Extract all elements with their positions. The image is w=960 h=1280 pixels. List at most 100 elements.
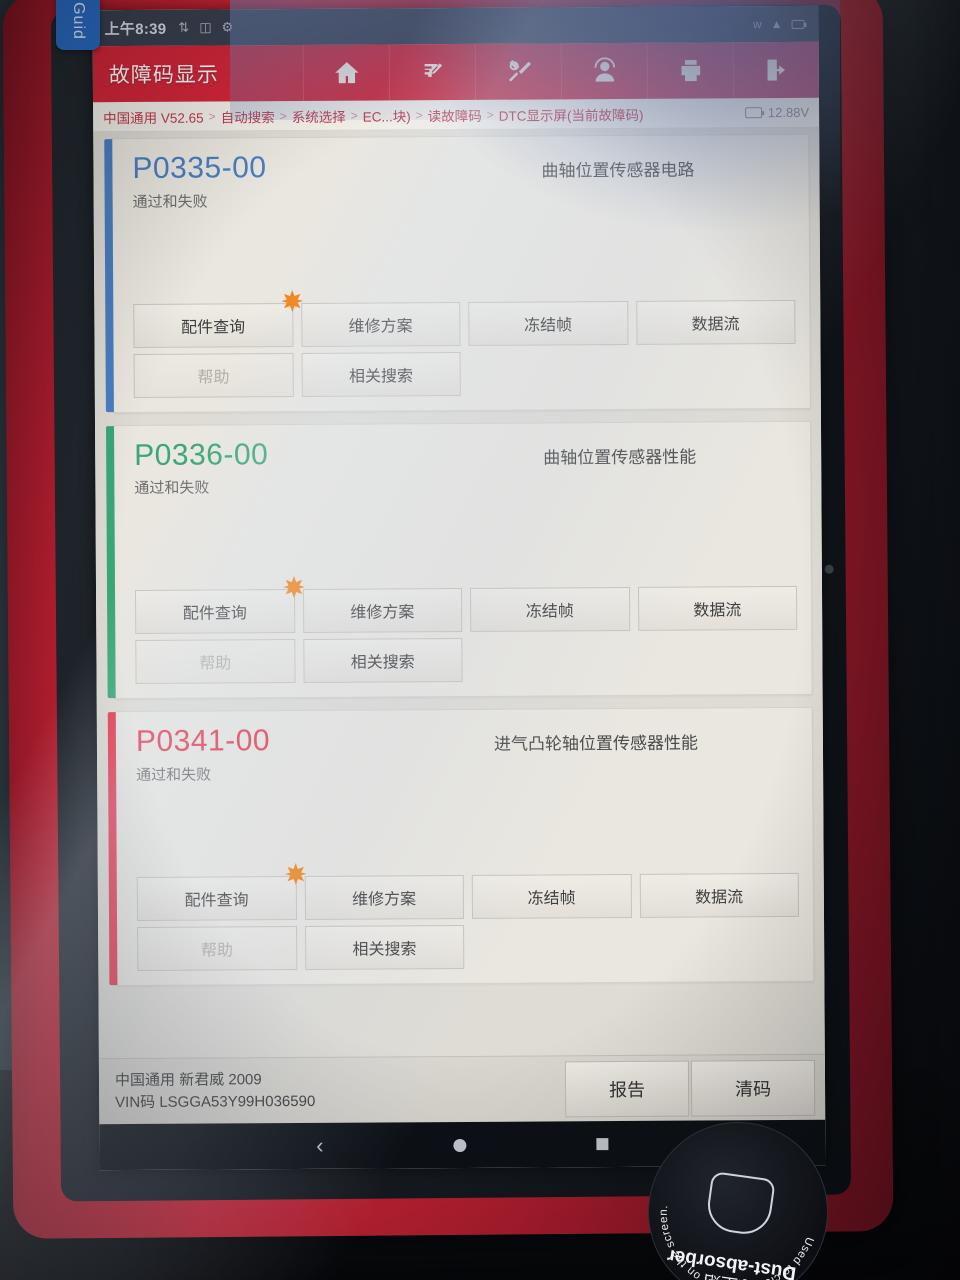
status-bar-right-icons: w ▲: [753, 17, 805, 31]
android-status-bar: 上午8:39 ⇅ ◫ ⚙ w ▲: [92, 5, 819, 47]
status-bar-left-icons: ⇅ ◫ ⚙: [178, 19, 233, 35]
guide-tab[interactable]: Guid: [56, 0, 100, 50]
tools-icon: [508, 60, 531, 82]
dtc-action-row-secondary: 帮助 相关搜索: [117, 922, 813, 984]
related-search-button[interactable]: 相关搜索: [301, 351, 461, 397]
data-stream-button[interactable]: 数据流: [637, 585, 798, 631]
help-button: 帮助: [133, 352, 294, 398]
dtc-card-header: P0335-00 通过和失败 曲轴位置传感器电路: [112, 135, 808, 212]
report-button[interactable]: 报告: [564, 1060, 690, 1117]
dtc-card-spacer: [113, 207, 810, 303]
note-edit-button[interactable]: [388, 43, 476, 101]
dtc-action-row-primary: 配件查询 维修方案 冻结帧 数据流: [113, 289, 809, 348]
dtc-code: P0336-00: [134, 437, 269, 472]
breadcrumb-segment-0[interactable]: 中国通用 V52.65: [103, 106, 204, 127]
help-button: 帮助: [135, 639, 296, 684]
printer-icon: [680, 60, 700, 82]
status-bar-clock: 上午8:39: [104, 20, 167, 38]
breadcrumb-separator: >: [208, 108, 216, 124]
guide-tab-label: Guid: [69, 2, 87, 40]
dtc-accent-bar: [106, 425, 116, 699]
nav-recents-button[interactable]: [596, 1138, 609, 1151]
freeze-frame-button[interactable]: 冻结帧: [469, 586, 630, 632]
sync-icon: ⇅: [178, 19, 190, 35]
dtc-code: P0341-00: [135, 724, 271, 758]
breadcrumb-separator: >: [415, 107, 423, 122]
dtc-list[interactable]: P0335-00 通过和失败 曲轴位置传感器电路 配件查询 维修方案 冻结帧 数…: [93, 127, 825, 1071]
parts-query-button[interactable]: 配件查询: [136, 875, 297, 921]
vehicle-info-bar: 中国通用 新君威 2009 VIN码 LSGGA53Y99H036590 报告 …: [98, 1053, 826, 1125]
dtc-action-row-primary: 配件查询 维修方案 冻结帧 数据流: [115, 576, 811, 634]
dust-absorber-sticker: Used to clear the dust on the screen. Du…: [636, 1110, 840, 1280]
print-button[interactable]: [646, 42, 734, 99]
related-search-button[interactable]: 相关搜索: [304, 924, 465, 970]
support-agent-icon: [594, 57, 615, 82]
dtc-description: 曲轴位置传感器性能: [543, 447, 697, 467]
repair-plan-button[interactable]: 维修方案: [302, 587, 463, 633]
breadcrumb[interactable]: 中国通用 V52.65 > 自动搜索 > 系统选择 > EC...块) > 读故…: [93, 97, 820, 133]
dtc-card-header: P0341-00 通过和失败 进气凸轮轴位置传感器性能: [116, 708, 812, 785]
dtc-action-row-primary: 配件查询 维修方案 冻结帧 数据流: [117, 862, 813, 921]
bluetooth-icon: w: [752, 17, 762, 32]
clear-codes-button[interactable]: 清码: [690, 1059, 816, 1117]
repair-plan-button[interactable]: 维修方案: [300, 301, 461, 347]
freeze-frame-button[interactable]: 冻结帧: [468, 300, 629, 346]
breadcrumb-separator: >: [279, 108, 287, 123]
home-icon: [334, 62, 359, 84]
vehicle-info-text: 中国通用 新君威 2009 VIN码 LSGGA53Y99H036590: [99, 1069, 315, 1114]
bottom-actions: 报告 清码: [564, 1059, 825, 1117]
nav-home-button[interactable]: [453, 1138, 467, 1152]
voltage-indicator: 12.88V: [744, 105, 809, 120]
dtc-accent-bar: [104, 139, 114, 412]
vehicle-vin: VIN码 LSGGA53Y99H036590: [115, 1092, 316, 1111]
settings-icon: ⚙: [221, 19, 234, 35]
new-star-icon: [284, 862, 307, 885]
data-stream-button[interactable]: 数据流: [639, 872, 800, 918]
dtc-card-spacer: [114, 494, 811, 590]
dtc-card[interactable]: P0335-00 通过和失败 曲轴位置传感器电路 配件查询 维修方案 冻结帧 数…: [104, 133, 811, 413]
dtc-card[interactable]: P0336-00 通过和失败 曲轴位置传感器性能 配件查询 维修方案 冻结帧 数…: [106, 420, 813, 700]
new-star-icon: [282, 576, 305, 599]
dtc-card[interactable]: P0341-00 通过和失败 进气凸轮轴位置传感器性能 配件查询 维修方案 冻结…: [107, 706, 815, 986]
repair-plan-button[interactable]: 维修方案: [304, 874, 465, 920]
new-star-icon: [281, 289, 304, 312]
battery-icon: [791, 19, 805, 29]
vehicle-name: 中国通用 新君威 2009: [114, 1070, 262, 1089]
home-button[interactable]: [302, 44, 390, 101]
related-search-button[interactable]: 相关搜索: [302, 637, 463, 683]
tools-button[interactable]: [474, 43, 562, 100]
breadcrumb-separator: >: [350, 108, 358, 123]
app-header: 故障码显示: [92, 41, 820, 103]
note-edit-icon: [422, 61, 442, 77]
breadcrumb-segment-4[interactable]: 读故障码: [428, 104, 482, 124]
tablet-screen: 上午8:39 ⇅ ◫ ⚙ w ▲ 故障码显示 中国通用 V52.65 > 自动搜…: [92, 5, 826, 1171]
bezel-port: [824, 564, 834, 574]
exit-button[interactable]: [732, 41, 820, 99]
header-toolbar: [302, 41, 820, 101]
exit-icon: [766, 59, 785, 81]
dtc-card-header: P0336-00 通过和失败 曲轴位置传感器性能: [114, 421, 810, 498]
freeze-frame-button[interactable]: 冻结帧: [471, 873, 632, 919]
support-agent-button[interactable]: [560, 42, 648, 100]
dtc-status: 通过和失败: [132, 193, 208, 211]
breadcrumb-segment-2[interactable]: 系统选择: [292, 105, 346, 125]
wifi-icon: ▲: [770, 17, 783, 32]
data-stream-button[interactable]: 数据流: [635, 299, 796, 345]
page-title: 故障码显示: [108, 63, 219, 88]
dtc-description: 曲轴位置传感器电路: [541, 160, 695, 181]
dtc-code: P0335-00: [132, 151, 267, 185]
breadcrumb-segment-1[interactable]: 自动搜索: [221, 106, 275, 126]
cast-icon: ◫: [199, 19, 212, 35]
parts-query-button[interactable]: 配件查询: [135, 589, 295, 634]
dtc-action-row-secondary: 帮助 相关搜索: [115, 636, 811, 698]
dtc-card-spacer: [116, 780, 813, 876]
parts-query-button[interactable]: 配件查询: [133, 302, 294, 348]
breadcrumb-segment-3[interactable]: EC...块): [363, 105, 411, 125]
dtc-accent-bar: [107, 712, 118, 985]
breadcrumb-segment-5[interactable]: DTC显示屏(当前故障码): [499, 103, 644, 124]
nav-back-button[interactable]: ‹: [316, 1133, 323, 1158]
battery-icon: [744, 107, 762, 119]
dtc-status: 通过和失败: [134, 479, 210, 497]
dtc-status: 通过和失败: [136, 766, 212, 784]
help-button: 帮助: [137, 925, 297, 971]
